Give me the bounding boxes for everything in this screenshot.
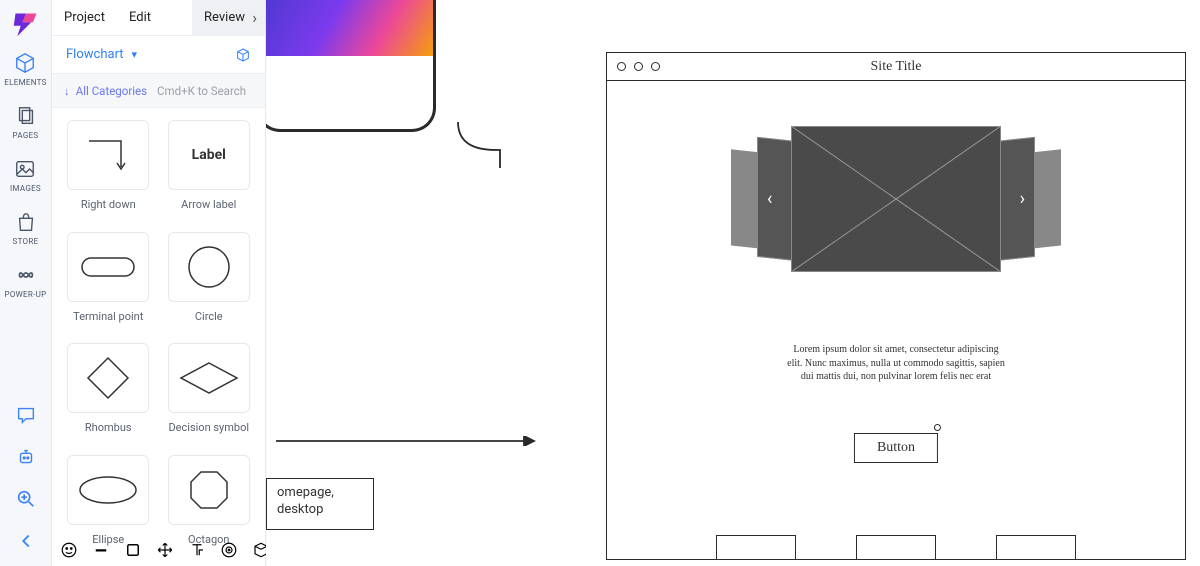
window-dot bbox=[617, 62, 626, 71]
shape-label: Terminal point bbox=[73, 310, 143, 323]
bag-icon bbox=[15, 211, 37, 233]
left-rail: ELEMENTS PAGES IMAGES STORE POWER-UP bbox=[0, 0, 52, 566]
rail-pages-label: PAGES bbox=[13, 131, 39, 140]
carousel-next[interactable]: › bbox=[1020, 189, 1025, 210]
arrow-label-text: Label bbox=[192, 147, 226, 163]
slide-center bbox=[791, 126, 1001, 272]
slide-far-right bbox=[1031, 149, 1061, 248]
zoom-icon[interactable] bbox=[15, 488, 37, 510]
target-icon[interactable] bbox=[220, 541, 238, 559]
lorem-text: Lorem ipsum dolor sit amet, consectetur … bbox=[786, 343, 1006, 384]
rail-images[interactable]: IMAGES bbox=[10, 158, 41, 193]
topbar: Project Edit Review bbox=[52, 0, 265, 36]
app-logo[interactable] bbox=[12, 10, 40, 38]
collapse-icon[interactable] bbox=[15, 530, 37, 552]
rail-store-label: STORE bbox=[13, 237, 39, 246]
rail-store[interactable]: STORE bbox=[13, 211, 39, 246]
shape-grid: Right down Label Arrow label Terminal po… bbox=[52, 108, 265, 566]
connector-arrow bbox=[276, 436, 536, 446]
content-box bbox=[996, 535, 1076, 559]
shape-label: Right down bbox=[81, 198, 136, 211]
site-title: Site Title bbox=[871, 59, 922, 75]
minus-icon[interactable] bbox=[92, 541, 110, 559]
menu-project[interactable]: Project bbox=[52, 0, 117, 35]
emoji-icon[interactable] bbox=[60, 541, 78, 559]
shape-label: Rhombus bbox=[85, 421, 132, 434]
carousel: ‹ › bbox=[731, 123, 1061, 275]
content-box bbox=[716, 535, 796, 559]
connector-curve bbox=[456, 120, 516, 170]
shape-circle[interactable]: Circle bbox=[165, 232, 254, 332]
elements-panel: Project Edit Review Flowchart ▾ ↓ All Ca… bbox=[52, 0, 266, 566]
cube-small-icon bbox=[235, 47, 251, 63]
chevron-down-icon: ▾ bbox=[132, 48, 138, 61]
shape-label: Arrow label bbox=[181, 198, 236, 211]
rail-powerup-label: POWER-UP bbox=[5, 290, 47, 299]
robot-icon[interactable] bbox=[15, 446, 37, 468]
shape-decision-symbol[interactable]: Decision symbol bbox=[165, 343, 254, 443]
menu-edit[interactable]: Edit bbox=[117, 0, 163, 35]
pages-icon bbox=[15, 105, 37, 127]
carousel-prev[interactable]: ‹ bbox=[767, 189, 772, 210]
canvas[interactable]: omepage, desktop Site Title ‹ › Lorem ip… bbox=[266, 0, 1200, 566]
shape-right-down[interactable]: Right down bbox=[64, 120, 153, 220]
device-screen bbox=[266, 0, 433, 56]
content-box bbox=[856, 535, 936, 559]
shape-label: Circle bbox=[195, 310, 223, 323]
cube-icon bbox=[14, 52, 36, 74]
image-icon bbox=[14, 158, 36, 180]
square-icon[interactable] bbox=[124, 541, 142, 559]
window-dot bbox=[651, 62, 660, 71]
rail-elements[interactable]: ELEMENTS bbox=[4, 52, 46, 87]
sort-icon: ↓ bbox=[64, 84, 70, 98]
category-selector[interactable]: Flowchart ▾ bbox=[52, 36, 265, 74]
device-frame[interactable] bbox=[266, 0, 436, 132]
window-dot bbox=[634, 62, 643, 71]
menu-review[interactable]: Review bbox=[192, 0, 265, 35]
rail-powerup[interactable]: POWER-UP bbox=[5, 264, 47, 299]
rail-images-label: IMAGES bbox=[10, 184, 41, 193]
all-categories-link[interactable]: All Categories bbox=[76, 84, 147, 98]
filter-bar[interactable]: ↓ All Categories Cmd+K to Search bbox=[52, 74, 265, 108]
homepage-text: omepage, desktop bbox=[277, 485, 334, 517]
shape-arrow-label[interactable]: Label Arrow label bbox=[165, 120, 254, 220]
mockup-button[interactable]: Button bbox=[854, 433, 938, 463]
slide-right bbox=[995, 137, 1035, 261]
category-label: Flowchart bbox=[66, 47, 124, 62]
search-hint: Cmd+K to Search bbox=[157, 84, 246, 98]
move-icon[interactable] bbox=[156, 541, 174, 559]
text-icon[interactable] bbox=[188, 541, 206, 559]
chat-icon[interactable] bbox=[15, 404, 37, 426]
infinity-icon bbox=[14, 264, 36, 286]
shape-rhombus[interactable]: Rhombus bbox=[64, 343, 153, 443]
rail-elements-label: ELEMENTS bbox=[4, 78, 46, 87]
shape-label: Decision symbol bbox=[168, 421, 249, 434]
shape-terminal-point[interactable]: Terminal point bbox=[64, 232, 153, 332]
homepage-node[interactable]: omepage, desktop bbox=[266, 478, 374, 530]
rail-pages[interactable]: PAGES bbox=[13, 105, 39, 140]
wireframe-mockup[interactable]: Site Title ‹ › Lorem ipsum dolor sit ame… bbox=[606, 52, 1186, 560]
boxes-row bbox=[716, 535, 1076, 559]
mockup-titlebar: Site Title bbox=[607, 53, 1185, 81]
